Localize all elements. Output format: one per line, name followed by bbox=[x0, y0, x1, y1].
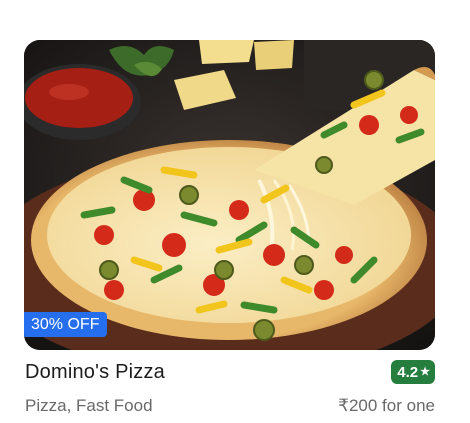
pizza-illustration bbox=[24, 40, 435, 350]
pizza-photo[interactable]: 30% OFF bbox=[24, 40, 435, 350]
price-for-one: ₹200 for one bbox=[338, 396, 435, 415]
discount-badge: 30% OFF bbox=[24, 312, 108, 337]
restaurant-card[interactable]: 30% OFF Domino's Pizza 4.2 ★ Pizza, Fast… bbox=[24, 40, 435, 423]
rating-badge: 4.2 ★ bbox=[391, 360, 435, 384]
restaurant-name[interactable]: Domino's Pizza bbox=[25, 361, 165, 384]
cuisine-text: Pizza, Fast Food bbox=[25, 396, 153, 415]
star-icon: ★ bbox=[420, 365, 430, 378]
rating-value: 4.2 bbox=[397, 363, 419, 381]
